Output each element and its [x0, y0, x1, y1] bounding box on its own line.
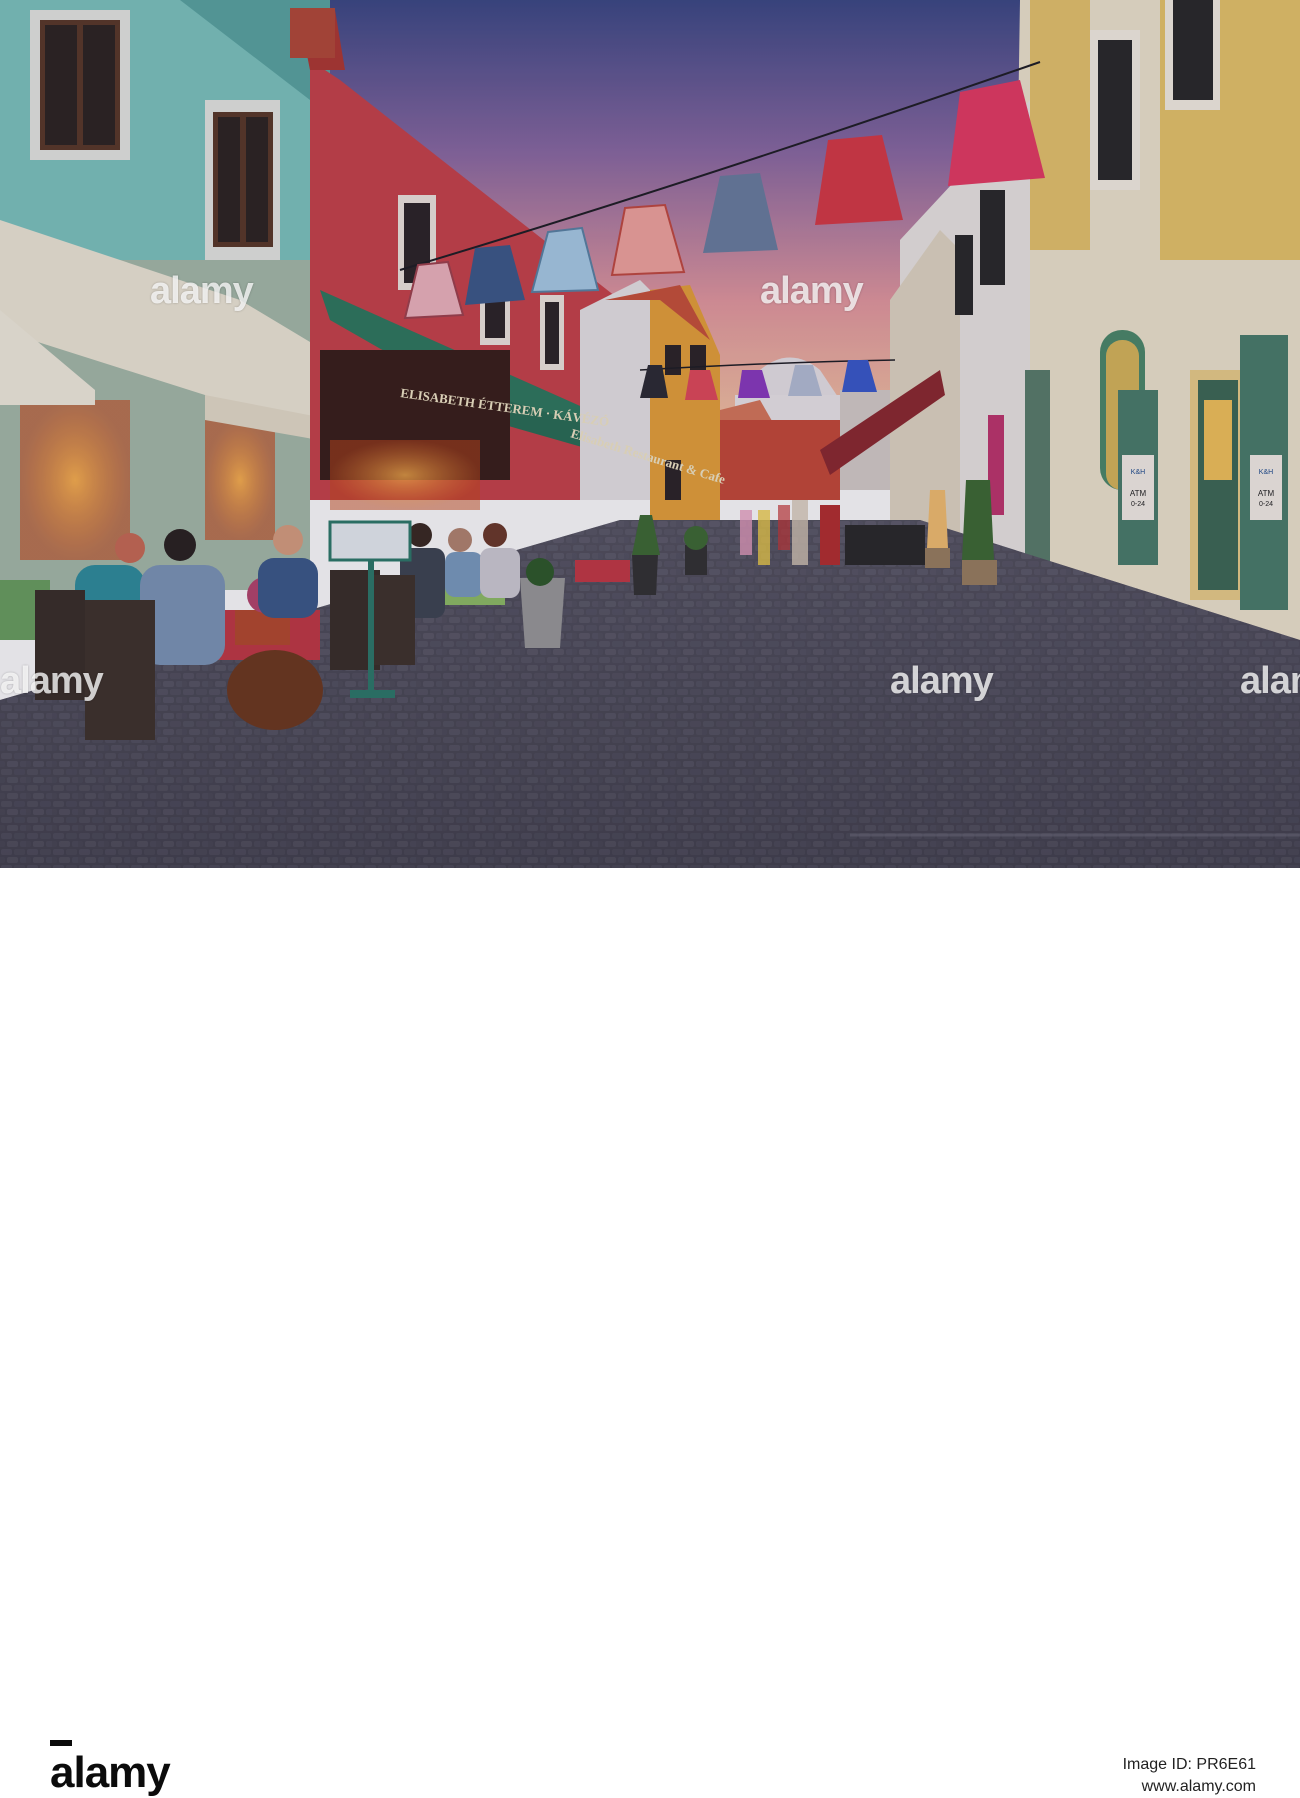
watermark: alamy: [890, 660, 994, 702]
watermark: alamy: [0, 660, 104, 702]
street-scene: ELISABETH ÉTTEREM · KÁVÉZÓ Elisabeth Res…: [0, 0, 1300, 868]
footer-bar: alamy Image ID: PR6E61 www.alamy.com: [0, 868, 1300, 1797]
photo: ELISABETH ÉTTEREM · KÁVÉZÓ Elisabeth Res…: [0, 0, 1300, 868]
image-meta: Image ID: PR6E61 www.alamy.com: [1123, 1756, 1256, 1796]
site-url[interactable]: www.alamy.com: [1123, 1778, 1256, 1796]
watermark: alamy: [1240, 660, 1300, 702]
image-id: Image ID: PR6E61: [1122, 1756, 1256, 1773]
watermark: alamy: [760, 270, 864, 312]
watermark: alamy: [150, 270, 254, 312]
alamy-logo[interactable]: alamy: [50, 1748, 171, 1798]
alamy-logo-icon: [50, 1740, 72, 1746]
